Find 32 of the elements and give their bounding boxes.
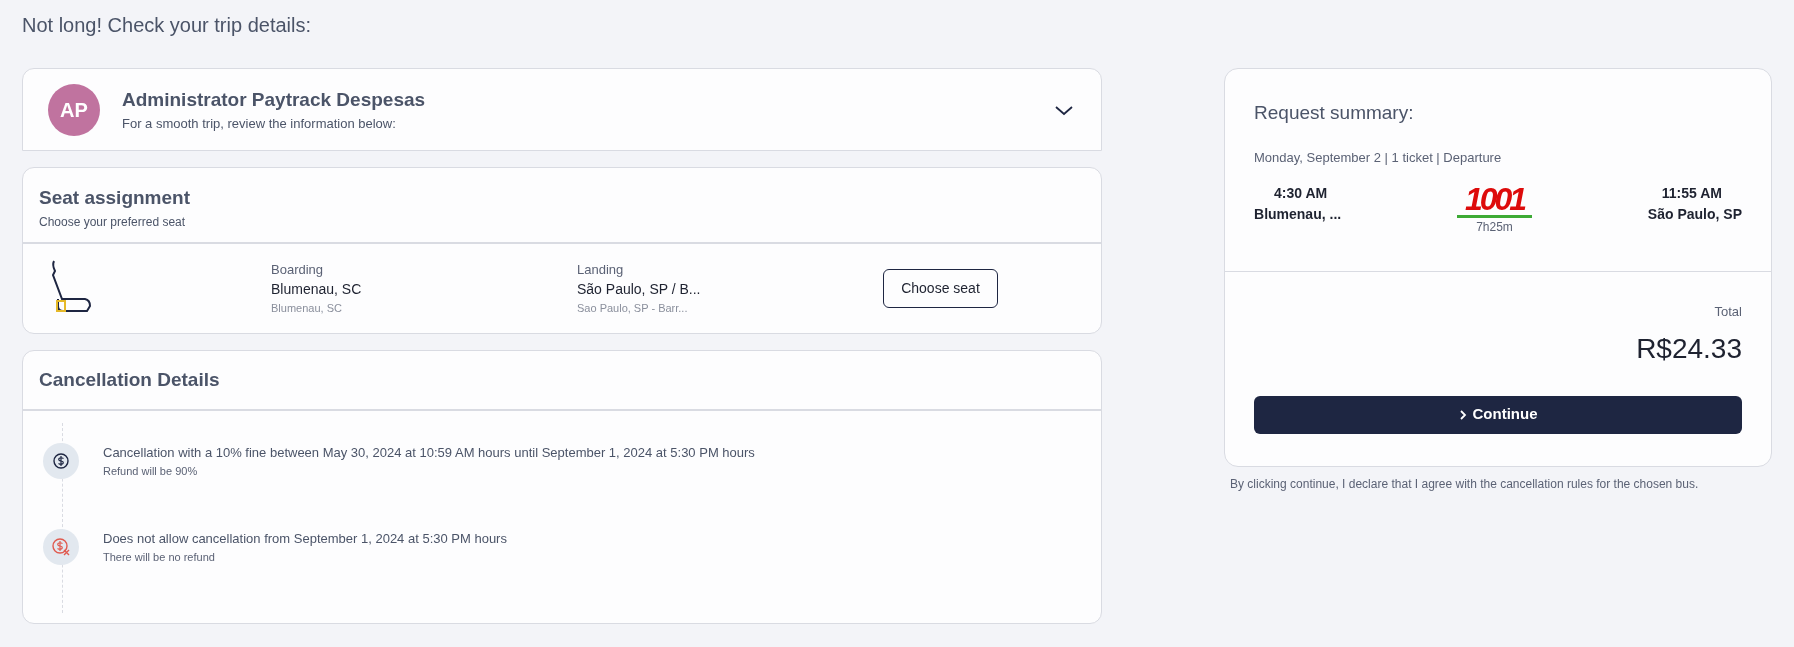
arrival-city: São Paulo, SP xyxy=(1647,205,1742,224)
carrier-logo: 1001 xyxy=(1456,183,1533,218)
total-label: Total xyxy=(1714,303,1742,321)
trip-info: Monday, September 2 | 1 ticket | Departure xyxy=(1254,148,1503,167)
chevron-right-icon xyxy=(1458,409,1467,420)
departure-time: 4:30 AM xyxy=(1274,184,1328,203)
landing-detail: Sao Paulo, SP - Barr... xyxy=(577,301,689,316)
boarding-city: Blumenau, SC xyxy=(271,280,363,299)
refund-note: There will be no refund xyxy=(103,549,216,565)
page-title: Not long! Check your trip details: xyxy=(22,13,313,38)
landing-city: São Paulo, SP / B... xyxy=(577,280,702,299)
section-title: Seat assignment xyxy=(39,186,191,210)
disclaimer-text: By clicking continue, I declare that I agree with the cancellation rules for the chosen bus. xyxy=(1230,476,1700,493)
refund-note: Refund will be 90% xyxy=(103,463,199,479)
section-title: Cancellation Details xyxy=(39,367,220,392)
boarding-label: Boarding xyxy=(271,260,325,279)
departure-city: Blumenau, ... xyxy=(1254,205,1342,224)
cancellation-rule: Does not allow cancellation from September 1, 2024 at 5:30 PM hours xyxy=(103,530,507,548)
no-dollar-icon xyxy=(43,529,79,565)
choose-seat-button[interactable]: Choose seat xyxy=(883,268,998,308)
avatar: AP xyxy=(48,83,100,136)
summary-title: Request summary: xyxy=(1254,101,1415,125)
total-amount: R$24.33 xyxy=(1636,331,1742,366)
trip-duration: 7h25m xyxy=(1476,219,1513,236)
landing-label: Landing xyxy=(577,260,625,279)
traveler-name: Administrator Paytrack Despesas xyxy=(122,87,427,112)
continue-button[interactable]: Continue xyxy=(1254,395,1742,434)
section-subtitle: Choose your preferred seat xyxy=(39,213,187,231)
traveler-subtitle: For a smooth trip, review the information below: xyxy=(122,115,397,133)
cancellation-rule: Cancellation with a 10% fine between May 30, 2024 at 10:59 AM hours until September 1, 2024 at 5:30 PM hours xyxy=(103,444,755,462)
boarding-detail: Blumenau, SC xyxy=(271,301,343,316)
arrival-time: 11:55 AM xyxy=(1661,184,1722,203)
